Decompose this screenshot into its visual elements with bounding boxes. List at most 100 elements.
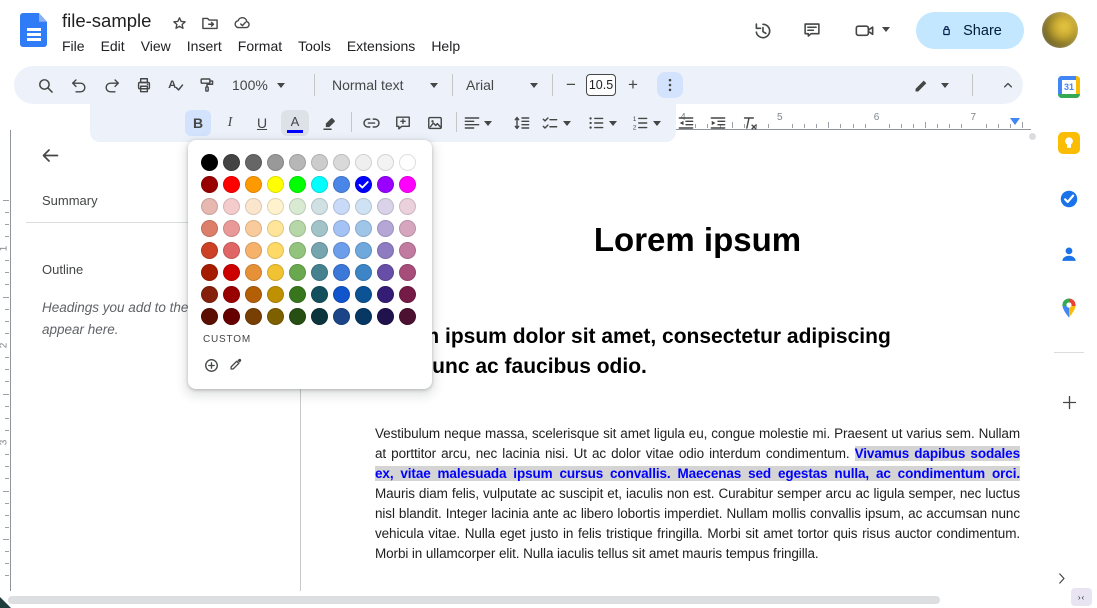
more-options-button[interactable] bbox=[657, 72, 683, 98]
color-swatch[interactable] bbox=[377, 154, 394, 171]
decrease-font-size-button[interactable]: − bbox=[558, 71, 584, 99]
color-swatch[interactable] bbox=[289, 264, 306, 281]
color-swatch[interactable] bbox=[267, 242, 284, 259]
color-swatch[interactable] bbox=[223, 198, 240, 215]
checklist-button[interactable] bbox=[540, 110, 580, 136]
underline-button[interactable]: U bbox=[249, 110, 275, 136]
color-swatch[interactable] bbox=[245, 286, 262, 303]
color-swatch[interactable] bbox=[311, 264, 328, 281]
numbered-list-button[interactable]: 12 bbox=[630, 110, 670, 136]
increase-indent-button[interactable] bbox=[705, 110, 731, 136]
color-swatch[interactable] bbox=[355, 264, 372, 281]
color-swatch[interactable] bbox=[245, 154, 262, 171]
color-swatch[interactable] bbox=[245, 308, 262, 325]
color-swatch[interactable] bbox=[245, 198, 262, 215]
color-swatch-selected[interactable] bbox=[355, 176, 372, 193]
menu-tools[interactable]: Tools bbox=[290, 36, 339, 56]
video-call-caret-icon[interactable] bbox=[882, 27, 890, 32]
redo-button[interactable] bbox=[98, 71, 126, 99]
decrease-indent-button[interactable] bbox=[673, 110, 699, 136]
capture-widget[interactable]: ›‹ bbox=[1071, 588, 1092, 606]
contacts-app-icon[interactable] bbox=[1051, 236, 1087, 272]
calendar-app-icon[interactable]: 31 bbox=[1051, 69, 1087, 105]
color-swatch[interactable] bbox=[267, 154, 284, 171]
close-outline-button[interactable] bbox=[36, 142, 64, 170]
zoom-control[interactable]: 100% bbox=[232, 74, 285, 96]
color-swatch[interactable] bbox=[399, 154, 416, 171]
paint-format-button[interactable] bbox=[193, 71, 221, 99]
color-swatch[interactable] bbox=[201, 176, 218, 193]
color-swatch[interactable] bbox=[201, 286, 218, 303]
color-swatch[interactable] bbox=[267, 286, 284, 303]
insert-image-button[interactable] bbox=[422, 110, 448, 136]
color-swatch[interactable] bbox=[355, 242, 372, 259]
add-custom-color-button[interactable] bbox=[199, 353, 223, 377]
color-swatch[interactable] bbox=[333, 198, 350, 215]
search-menus-button[interactable] bbox=[31, 71, 59, 99]
color-swatch[interactable] bbox=[355, 308, 372, 325]
color-swatch[interactable] bbox=[377, 176, 394, 193]
keep-app-icon[interactable] bbox=[1051, 125, 1087, 161]
color-swatch[interactable] bbox=[399, 198, 416, 215]
bold-button[interactable]: B bbox=[185, 110, 211, 136]
hide-menus-button[interactable] bbox=[994, 71, 1022, 99]
text-color-button[interactable]: A bbox=[281, 110, 309, 136]
print-button[interactable] bbox=[130, 71, 158, 99]
color-swatch[interactable] bbox=[223, 308, 240, 325]
color-swatch[interactable] bbox=[245, 264, 262, 281]
color-swatch[interactable] bbox=[311, 154, 328, 171]
color-swatch[interactable] bbox=[289, 176, 306, 193]
color-swatch[interactable] bbox=[355, 220, 372, 237]
color-swatch[interactable] bbox=[311, 198, 328, 215]
color-swatch[interactable] bbox=[223, 264, 240, 281]
color-swatch[interactable] bbox=[267, 176, 284, 193]
color-swatch[interactable] bbox=[289, 220, 306, 237]
color-swatch[interactable] bbox=[377, 242, 394, 259]
color-swatch[interactable] bbox=[289, 242, 306, 259]
color-swatch[interactable] bbox=[223, 286, 240, 303]
color-swatch[interactable] bbox=[333, 286, 350, 303]
spelling-check-button[interactable]: A bbox=[161, 71, 189, 99]
color-swatch[interactable] bbox=[245, 220, 262, 237]
version-history-button[interactable] bbox=[748, 16, 776, 44]
color-swatch[interactable] bbox=[399, 286, 416, 303]
color-swatch[interactable] bbox=[333, 220, 350, 237]
hide-side-panel-chevron[interactable] bbox=[1049, 566, 1073, 590]
color-swatch[interactable] bbox=[399, 264, 416, 281]
color-swatch[interactable] bbox=[333, 242, 350, 259]
color-swatch[interactable] bbox=[311, 308, 328, 325]
color-swatch[interactable] bbox=[377, 286, 394, 303]
document-subtitle-line1[interactable]: Lorem ipsum dolor sit amet, consectetur … bbox=[375, 325, 1020, 349]
color-swatch[interactable] bbox=[377, 220, 394, 237]
share-button[interactable]: Share bbox=[916, 12, 1024, 49]
color-swatch[interactable] bbox=[201, 154, 218, 171]
right-indent-marker[interactable] bbox=[1010, 118, 1020, 125]
color-swatch[interactable] bbox=[399, 242, 416, 259]
color-swatch[interactable] bbox=[223, 176, 240, 193]
doc-title[interactable]: file-sample bbox=[62, 10, 151, 32]
color-swatch[interactable] bbox=[333, 264, 350, 281]
color-swatch[interactable] bbox=[267, 198, 284, 215]
increase-font-size-button[interactable]: + bbox=[620, 71, 646, 99]
color-swatch[interactable] bbox=[245, 242, 262, 259]
menu-file[interactable]: File bbox=[54, 36, 93, 56]
horizontal-scrollbar[interactable] bbox=[8, 596, 940, 604]
color-swatch[interactable] bbox=[267, 220, 284, 237]
color-swatch[interactable] bbox=[355, 154, 372, 171]
color-swatch[interactable] bbox=[267, 264, 284, 281]
color-swatch[interactable] bbox=[311, 220, 328, 237]
doc-scrollbar-dot[interactable] bbox=[1029, 133, 1036, 140]
color-swatch[interactable] bbox=[355, 198, 372, 215]
bulleted-list-button[interactable] bbox=[586, 110, 626, 136]
menu-extensions[interactable]: Extensions bbox=[339, 36, 423, 56]
align-button[interactable] bbox=[462, 110, 498, 136]
color-swatch[interactable] bbox=[201, 308, 218, 325]
menu-help[interactable]: Help bbox=[423, 36, 468, 56]
color-swatch[interactable] bbox=[201, 220, 218, 237]
line-spacing-button[interactable] bbox=[509, 110, 535, 136]
tasks-app-icon[interactable] bbox=[1051, 181, 1087, 217]
document-subtitle-line2[interactable]: elit. Nunc ac faucibus odio. bbox=[375, 355, 1020, 379]
eyedropper-button[interactable] bbox=[223, 353, 247, 377]
color-swatch[interactable] bbox=[267, 308, 284, 325]
color-swatch[interactable] bbox=[289, 286, 306, 303]
